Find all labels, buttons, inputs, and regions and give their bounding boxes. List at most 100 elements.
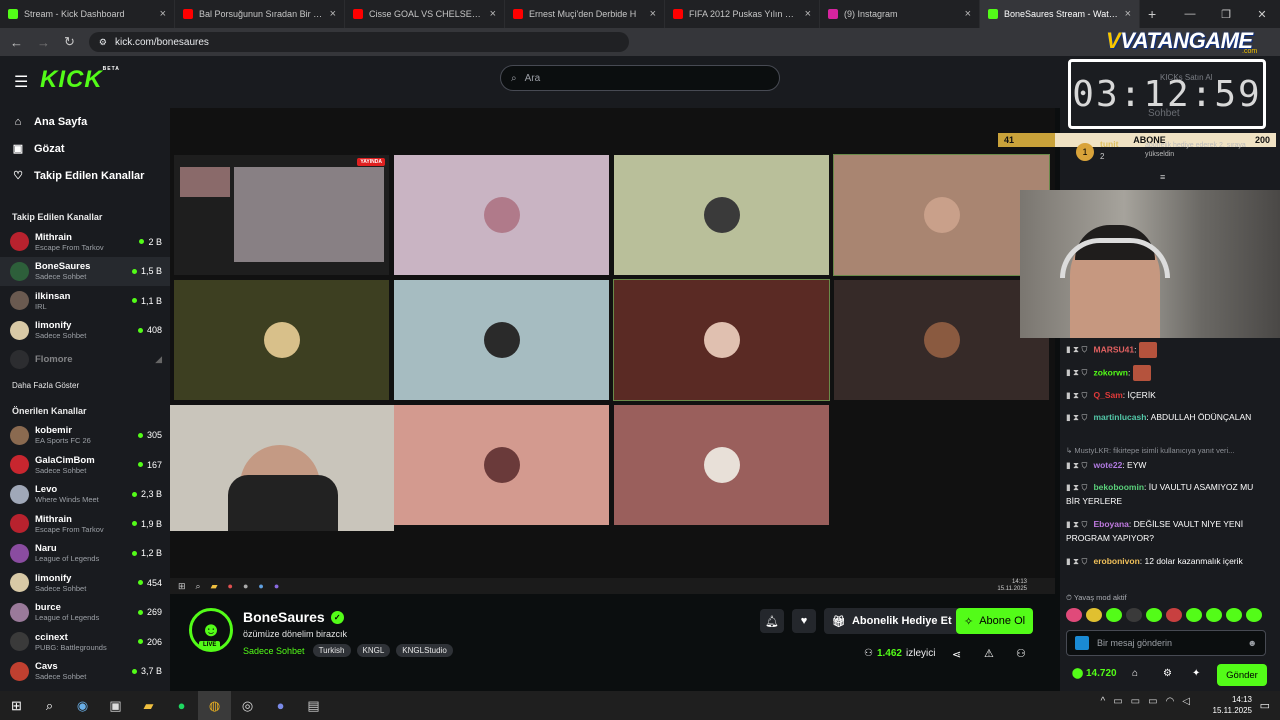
store-icon[interactable]: ⌂	[1132, 668, 1138, 679]
minimize-icon[interactable]: —	[1172, 8, 1208, 20]
chrome-icon[interactable]: ◍	[198, 691, 231, 720]
store-app-icon[interactable]: ▣	[99, 691, 132, 720]
channel-name[interactable]: BoneSaures	[243, 609, 325, 625]
emote-icon[interactable]	[1066, 608, 1082, 622]
emote-icon[interactable]	[1226, 608, 1242, 622]
close-window-icon[interactable]: ✕	[1244, 8, 1280, 21]
steam-icon[interactable]: ◉	[66, 691, 99, 720]
emote-icon[interactable]	[1246, 608, 1262, 622]
emote-icon[interactable]	[1086, 608, 1102, 622]
collapse-icon[interactable]: ≡	[1160, 172, 1165, 182]
emote-picker-icon[interactable]: ✦	[1192, 668, 1200, 679]
site-info-icon[interactable]: ⚙	[99, 37, 107, 48]
sidebar-channel[interactable]: Cavs Sadece Sohbet 3,7 B	[0, 657, 170, 687]
sidebar-channel[interactable]: limonify Sadece Sohbet 408	[0, 316, 170, 346]
sidebar-channel[interactable]: ilkinsan IRL 1,1 B	[0, 286, 170, 316]
chat-username[interactable]: zokorwn	[1093, 367, 1127, 377]
settings-icon[interactable]: ⚙	[1163, 668, 1172, 679]
tag-chip[interactable]: KNGLStudio	[396, 644, 453, 657]
file-explorer-icon[interactable]: ▰	[132, 691, 165, 720]
search-input[interactable]: ⌕ Ara	[500, 65, 780, 91]
discord-icon[interactable]: ●	[264, 691, 297, 720]
browser-tab[interactable]: Stream - Kick Dashboard ×	[0, 0, 175, 28]
chat-username[interactable]: wote22	[1093, 460, 1122, 470]
sidebar-channel[interactable]: limonify Sadece Sohbet 454	[0, 568, 170, 598]
sidebar-nav-item[interactable]: ♡ Takip Edilen Kanallar	[0, 162, 170, 189]
sidebar-nav-item[interactable]: ⌂ Ana Sayfa	[0, 108, 170, 135]
gift-subscription-button[interactable]: 🎁︎ Abonelik Hediye Et	[824, 608, 960, 634]
emote-icon[interactable]	[1106, 608, 1122, 622]
sidebar-channel[interactable]: GalaCimBom Sadece Sohbet 167	[0, 450, 170, 480]
emote-icon[interactable]	[1146, 608, 1162, 622]
subscribe-button[interactable]: ✧ Abone Ol	[956, 608, 1034, 634]
category-link[interactable]: Sadece Sohbet	[243, 646, 305, 656]
close-tab-icon[interactable]: ×	[490, 8, 496, 20]
tray-app-icon[interactable]: ▭	[1131, 696, 1140, 707]
browser-tab[interactable]: FIFA 2012 Puskas Yılın Golü ×	[665, 0, 820, 28]
new-tab-button[interactable]: +	[1140, 6, 1164, 22]
close-tab-icon[interactable]: ×	[965, 8, 971, 20]
chat-input[interactable]: Bir mesaj gönderin ☻	[1066, 630, 1266, 656]
chat-username[interactable]: bekoboomin	[1093, 482, 1144, 492]
menu-icon[interactable]: ☰	[14, 72, 28, 92]
close-tab-icon[interactable]: ×	[805, 8, 811, 20]
maximize-icon[interactable]: ❐	[1208, 8, 1244, 21]
chat-username[interactable]: Q_Sam	[1093, 390, 1122, 400]
tag-chip[interactable]: KNGL	[356, 644, 391, 657]
chat-username[interactable]: martinlucash	[1093, 412, 1146, 422]
notification-bell-button[interactable]: 🔔︎	[760, 609, 784, 633]
send-button[interactable]: Gönder	[1217, 664, 1267, 686]
sidebar-channel[interactable]: Mithrain Escape From Tarkov 1,9 B	[0, 509, 170, 539]
sidebar-channel[interactable]: kobemir EA Sports FC 26 305	[0, 421, 170, 451]
chat-username[interactable]: MARSU41	[1093, 344, 1134, 354]
spotify-icon[interactable]: ●	[165, 691, 198, 720]
sidebar-channel[interactable]: Naru League of Legends 1,2 B	[0, 539, 170, 569]
sidebar-channel[interactable]: burce League of Legends 269	[0, 598, 170, 628]
back-icon[interactable]: ←	[10, 35, 23, 50]
share-icon[interactable]: ⋖	[952, 648, 961, 661]
sidebar-channel[interactable]: Flomore ◢	[0, 345, 170, 375]
sidebar-channel[interactable]: ccinext PUBG: Battlegrounds 206	[0, 627, 170, 657]
browser-tab[interactable]: Ernest Muçi'den Derbide H ×	[505, 0, 665, 28]
chat-username[interactable]: Eboyana	[1093, 519, 1128, 529]
tray-app-icon[interactable]: ▭	[1148, 696, 1157, 707]
browser-tab[interactable]: Cisse GOAL VS CHELSEA !!!! ×	[345, 0, 505, 28]
show-more-link[interactable]: Daha Fazla Göster	[0, 375, 170, 397]
report-icon[interactable]: ⚠	[984, 647, 994, 660]
reload-icon[interactable]: ↻	[64, 34, 75, 50]
follow-button[interactable]: ♥	[792, 609, 816, 633]
tag-chip[interactable]: Turkish	[312, 644, 351, 657]
url-field[interactable]: ⚙ kick.com/bonesaures	[88, 32, 629, 52]
sidebar-channel[interactable]: Mithrain Escape From Tarkov 2 B	[0, 227, 170, 257]
sidebar-channel[interactable]: Levo Where Winds Meet 2,3 B	[0, 480, 170, 510]
windows-start-icon[interactable]: ⊞	[0, 691, 33, 720]
emote-icon[interactable]	[1166, 608, 1182, 622]
tray-app-icon[interactable]: ▭	[1113, 696, 1122, 707]
taskbar-clock[interactable]: 14:13 15.11.2025	[1213, 694, 1252, 716]
chevron-up-icon[interactable]: ^	[1101, 696, 1106, 707]
sidebar-channel[interactable]: BoneSaures Sadece Sohbet 1,5 B	[0, 256, 170, 286]
emote-icon[interactable]	[1126, 608, 1142, 622]
browser-tab[interactable]: (9) Instagram ×	[820, 0, 980, 28]
browser-tab[interactable]: Bal Porsuğunun Sıradan Bir Gü ×	[175, 0, 345, 28]
close-tab-icon[interactable]: ×	[1125, 8, 1131, 20]
chat-username[interactable]: erobonivon	[1093, 556, 1139, 566]
emote-icon[interactable]	[1186, 608, 1202, 622]
network-icon[interactable]: ◠	[1166, 696, 1175, 707]
channel-points[interactable]: ⬤ 14.720	[1072, 668, 1117, 679]
clip-icon[interactable]: ⚇	[1016, 647, 1026, 660]
app-window-icon[interactable]: ▤	[297, 691, 330, 720]
browser-tab[interactable]: BoneSaures Stream - Watch Li ×	[980, 0, 1140, 28]
close-tab-icon[interactable]: ×	[160, 8, 166, 20]
notification-icon[interactable]: ▭	[1260, 699, 1270, 712]
close-tab-icon[interactable]: ×	[650, 8, 656, 20]
kick-logo[interactable]: KICKBETA	[40, 66, 120, 94]
emoji-icon[interactable]: ☻	[1248, 638, 1257, 648]
obs-icon[interactable]: ◎	[231, 691, 264, 720]
volume-icon[interactable]: ◁	[1182, 696, 1190, 707]
sidebar-nav-item[interactable]: ▣ Gözat	[0, 135, 170, 162]
windows-search-icon[interactable]: ⌕	[33, 691, 66, 720]
forward-icon[interactable]: →	[37, 35, 50, 50]
emote-icon[interactable]	[1206, 608, 1222, 622]
close-tab-icon[interactable]: ×	[330, 8, 336, 20]
